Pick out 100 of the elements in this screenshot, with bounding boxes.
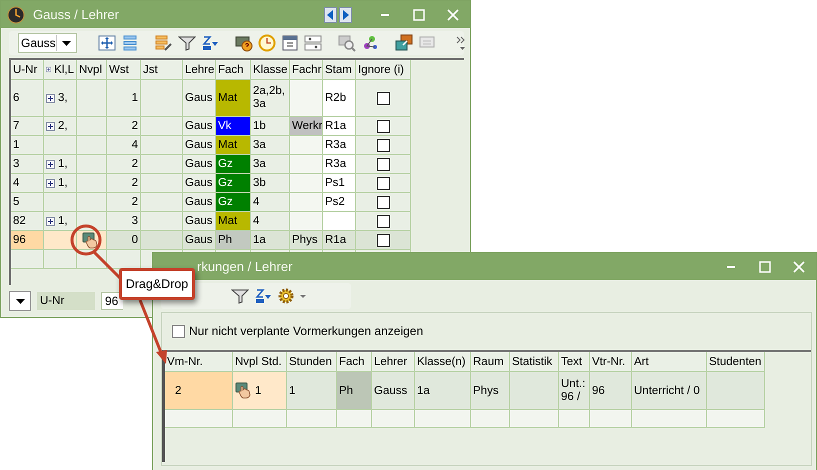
previous-button[interactable] [324,6,337,22]
column-header[interactable]: Raum [471,352,510,372]
column-header[interactable]: Studenten [707,352,765,372]
table-cell: Mat [216,136,251,155]
table-cell: 4 [11,174,44,193]
table-cell: 2a,2b, 3a [251,80,290,117]
clock-icon[interactable] [258,34,276,52]
column-header[interactable]: Fach [216,60,251,80]
checkbox[interactable] [376,176,390,190]
table-cell: Gz [216,155,251,174]
table-cell [141,80,183,117]
table-cell: 3a [251,136,290,155]
table-cell-text: 1, [58,158,68,170]
sort-icon[interactable] [200,34,219,52]
checkbox[interactable] [376,120,390,132]
column-header[interactable]: Nvpl [77,60,107,80]
close-icon [793,260,805,272]
table-cell: 82 [11,212,44,231]
minimize-icon [381,14,389,16]
table-cell: 96 [590,372,632,410]
table-cell: 3b [251,174,290,193]
table-cell: Mat [216,212,251,231]
table-cell: Phys [290,231,323,250]
column-header[interactable]: Vm-Nr. [165,352,233,372]
checkbox-option[interactable]: Nur nicht verplante Vormerkungen anzeigen [172,324,424,338]
dropdown-button[interactable] [9,291,31,311]
input-field[interactable]: 96 [101,292,123,310]
grid-x-icon[interactable] [304,34,322,52]
table-cell: 3 [11,155,44,174]
expand-icon[interactable] [46,160,55,168]
column-header[interactable]: Lehre [183,60,216,80]
move-grid-icon[interactable] [98,34,116,52]
table-cell [290,155,323,174]
column-header[interactable]: Stunden [287,352,337,372]
monitor-question-icon[interactable] [234,34,253,52]
drag-hand-icon [235,382,252,399]
close-icon [447,8,459,20]
table-cell [290,212,323,231]
column-header[interactable]: U-Nr [11,60,44,80]
column-header[interactable]: Fachr [290,60,323,80]
checkbox[interactable] [376,196,390,208]
expand-icon[interactable] [46,216,55,226]
column-header[interactable]: Kl,L [44,60,77,80]
table-cell: Gz [216,174,251,193]
window-title: rkungen / Lehrer [196,259,294,274]
next-button[interactable] [339,6,352,22]
column-header[interactable]: Klasse(n) [415,352,471,372]
expand-icon[interactable] [46,178,55,188]
table-cell-text: 1 [255,384,262,396]
column-header[interactable]: Text [559,352,590,372]
table-cell: 1 [107,80,141,117]
column-header[interactable]: Nvpl Std. [233,352,287,372]
table-cell: 4 [251,193,290,212]
table-cell: Unt.: 96 / [559,372,590,410]
table-cell: 2 [165,372,233,410]
table-cell [165,410,233,428]
gear-icon[interactable] [277,287,295,305]
teacher-dropdown[interactable]: Gauss [18,33,77,53]
table-cell: 1b [251,117,290,136]
minimize-icon [727,266,735,268]
filter-icon[interactable] [231,287,249,305]
maximize-icon [413,8,425,20]
column-header[interactable]: Fach [337,352,372,372]
windows-icon[interactable] [394,34,413,52]
checkbox[interactable] [376,214,390,228]
rows-icon[interactable] [120,34,139,52]
caret-icon[interactable] [300,294,306,298]
column-header[interactable]: Statistik [510,352,559,372]
expand-icon[interactable] [46,94,55,102]
table-cell [337,410,372,428]
sort-icon[interactable] [254,287,272,305]
column-header[interactable]: Lehrer [372,352,415,372]
column-header[interactable]: Wst [107,60,141,80]
column-header[interactable]: Klasse [251,60,290,80]
highlight-circle [70,224,102,256]
expand-icon[interactable] [46,122,55,130]
filter-icon[interactable] [178,34,196,52]
calendar-icon[interactable] [280,34,299,52]
table-cell [290,193,323,212]
list-edit-icon[interactable] [154,34,173,52]
column-header[interactable]: Art [632,352,707,372]
right-triangle-icon [342,10,349,20]
column-header[interactable]: Vtr-Nr. [590,352,632,372]
checkbox[interactable] [376,92,390,104]
table-cell: Gaus [183,155,216,174]
table-cell: 3 [107,212,141,231]
column-header[interactable]: Stam [323,60,356,80]
checkbox[interactable] [376,234,390,246]
drag-hand-icon [82,232,98,248]
arrow [138,299,167,364]
table-cell: Ph [216,231,251,250]
checkbox[interactable] [376,138,390,152]
expand-icon[interactable] [46,65,52,74]
search-icon[interactable] [338,34,356,52]
table-cell: Ps2 [323,193,356,212]
column-header[interactable]: Jst [141,60,183,80]
column-header[interactable]: Ignore (i) [356,60,411,80]
table-cell [141,117,183,136]
checkbox[interactable] [376,158,390,170]
table-cell [287,410,337,428]
